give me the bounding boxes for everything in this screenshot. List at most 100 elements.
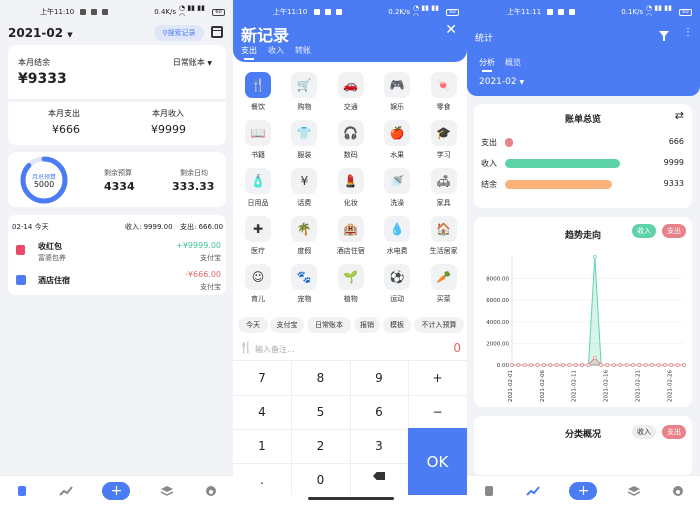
category-item[interactable]: 🚗 交通 — [328, 72, 374, 112]
more-icon[interactable]: ⋮ — [683, 28, 693, 38]
income-value: ¥9999 — [151, 123, 186, 136]
category-item[interactable]: ☺ 育儿 — [235, 264, 281, 304]
cap-icon: 🎓 — [430, 120, 457, 146]
option-chip[interactable]: 今天 — [238, 317, 268, 333]
category-item[interactable]: 🎓 学习 — [421, 120, 467, 160]
category-item[interactable]: 🛋 家具 — [421, 168, 467, 208]
add-record-button[interactable]: + — [569, 481, 598, 500]
baby-icon: ☺ — [245, 264, 271, 290]
category-label: 交通 — [343, 103, 358, 111]
category-item[interactable]: 🍬 零食 — [421, 72, 467, 112]
key-2[interactable]: 2 — [292, 429, 350, 463]
data-point — [675, 363, 680, 367]
expense-label: 本月支出 — [48, 109, 80, 118]
battery-icon: 60 — [446, 8, 459, 16]
home-icon: 🏠 — [430, 216, 457, 242]
tshirt-icon: 👕 — [291, 120, 318, 146]
expense-filter-button[interactable]: 支出 — [662, 224, 686, 238]
key-5[interactable]: 5 — [292, 395, 350, 429]
notification-icon — [102, 9, 109, 15]
category-item[interactable]: 📖 书籍 — [235, 120, 281, 160]
record-row[interactable]: 收红包 富婆包养 +¥9999.00 支付宝 — [8, 237, 226, 263]
month-label: 2021-02 — [8, 26, 64, 40]
new-record-panel: 上午11:10 0.2K/s ◔ ▮▮ ▮▮ ◠ 60 新记录 ✕ 支出 收入 转账… — [233, 0, 467, 505]
key-minus[interactable]: − — [409, 395, 467, 429]
category-item[interactable]: 🎧 数码 — [328, 120, 374, 160]
month-selector[interactable]: 2021-02 ▼ — [479, 77, 524, 87]
tab-chart-icon[interactable] — [525, 485, 541, 497]
category-item[interactable]: 🥕 买菜 — [421, 264, 467, 304]
search-button[interactable]: ⚲搜索记录 — [154, 25, 204, 41]
key-6[interactable]: 6 — [350, 395, 408, 429]
tab-analysis[interactable]: 分析 — [479, 57, 495, 72]
tab-profile-icon[interactable] — [670, 485, 686, 497]
category-label: 话费 — [297, 199, 312, 207]
tab-layers-icon[interactable] — [626, 485, 642, 497]
y-tick-label: 2000.00 — [486, 341, 509, 347]
category-item[interactable]: 🐾 宠物 — [281, 264, 327, 304]
record-note: 富婆包养 — [38, 254, 66, 262]
category-income-button[interactable]: 收入 — [632, 425, 656, 439]
key-plus[interactable]: + — [409, 361, 467, 395]
tab-bill-icon[interactable] — [481, 485, 497, 497]
key-4[interactable]: 4 — [233, 395, 291, 429]
close-icon[interactable]: ✕ — [445, 22, 457, 38]
add-record-button[interactable]: + — [102, 481, 131, 500]
tab-overview[interactable]: 概览 — [505, 57, 521, 68]
category-item[interactable]: ⚽ 运动 — [374, 264, 420, 304]
tab-expense[interactable]: 支出 — [241, 45, 257, 60]
category-item[interactable]: 💄 化妆 — [328, 168, 374, 208]
category-item[interactable]: 🏠 生活居家 — [421, 216, 467, 256]
overview-panel: 上午11:10 0.4K/s ◔ ▮▮ ▮▮ ◠ 60 2021-02 ▼ ⚲搜索记… — [0, 0, 233, 505]
category-item[interactable]: 🚿 洗澡 — [374, 168, 420, 208]
key-3[interactable]: 3 — [350, 429, 408, 463]
option-chip[interactable]: 支付宝 — [270, 317, 304, 333]
note-input[interactable]: 输入备注... — [255, 344, 295, 355]
ok-button[interactable]: OK — [408, 428, 467, 495]
category-item[interactable]: 👕 服装 — [281, 120, 327, 160]
category-item[interactable]: 🏨 酒店住宿 — [328, 216, 374, 256]
tab-profile-icon[interactable] — [203, 485, 219, 497]
status-bar: 上午11:10 0.4K/s ◔ ▮▮ ▮▮ ◠ 60 — [0, 4, 233, 20]
tab-bill-icon[interactable] — [14, 485, 30, 497]
category-item[interactable]: ¥ 话费 — [281, 168, 327, 208]
key-0[interactable]: 0 — [292, 463, 350, 497]
budget-card[interactable]: 月总预算 5000 剩余预算 4334 剩余日均 333.33 — [8, 152, 226, 207]
tab-layers-icon[interactable] — [159, 485, 175, 497]
option-chip[interactable]: 日常账本 — [307, 317, 351, 333]
tab-income[interactable]: 收入 — [268, 45, 284, 56]
category-item[interactable]: 💧 水电费 — [374, 216, 420, 256]
data-point — [542, 363, 546, 367]
record-row[interactable]: 酒店住宿 -¥666.00 支付宝 — [8, 269, 226, 295]
option-chip[interactable]: 模板 — [383, 317, 411, 333]
key-backspace[interactable] — [350, 463, 408, 497]
option-chip[interactable]: 不计入预算 — [414, 317, 464, 333]
category-item[interactable]: 🛒 购物 — [281, 72, 327, 112]
tab-chart-icon[interactable] — [58, 485, 74, 497]
category-item[interactable]: 🧴 日用品 — [235, 168, 281, 208]
tab-transfer[interactable]: 转账 — [295, 45, 311, 56]
month-selector[interactable]: 2021-02 ▼ — [8, 26, 73, 40]
data-point — [592, 255, 597, 259]
income-filter-button[interactable]: 收入 — [632, 224, 656, 238]
key-7[interactable]: 7 — [233, 361, 291, 395]
category-item[interactable]: 🍴 餐饮 — [235, 72, 281, 112]
book-selector[interactable]: 日常账本 ▼ — [173, 57, 212, 68]
category-expense-button[interactable]: 支出 — [662, 425, 686, 439]
category-item[interactable]: 🌴 度假 — [281, 216, 327, 256]
option-chip[interactable]: 报销 — [354, 317, 380, 333]
switch-icon[interactable]: ⇄ — [675, 109, 684, 122]
key-1[interactable]: 1 — [233, 429, 291, 463]
category-item[interactable]: 🍎 水果 — [374, 120, 420, 160]
home-indicator — [308, 497, 394, 500]
key-dot[interactable]: . — [233, 463, 291, 497]
key-9[interactable]: 9 — [350, 361, 408, 395]
category-item[interactable]: 🌱 植物 — [328, 264, 374, 304]
key-8[interactable]: 8 — [292, 361, 350, 395]
category-item[interactable]: ✚ 医疗 — [235, 216, 281, 256]
candy-icon: 🍬 — [430, 72, 457, 98]
x-tick-label: 2021-02-16 — [604, 370, 610, 402]
note-row[interactable]: 🍴 输入备注... 0 — [233, 338, 467, 360]
category-item[interactable]: 🎮 娱乐 — [374, 72, 420, 112]
calendar-icon[interactable] — [211, 26, 223, 38]
